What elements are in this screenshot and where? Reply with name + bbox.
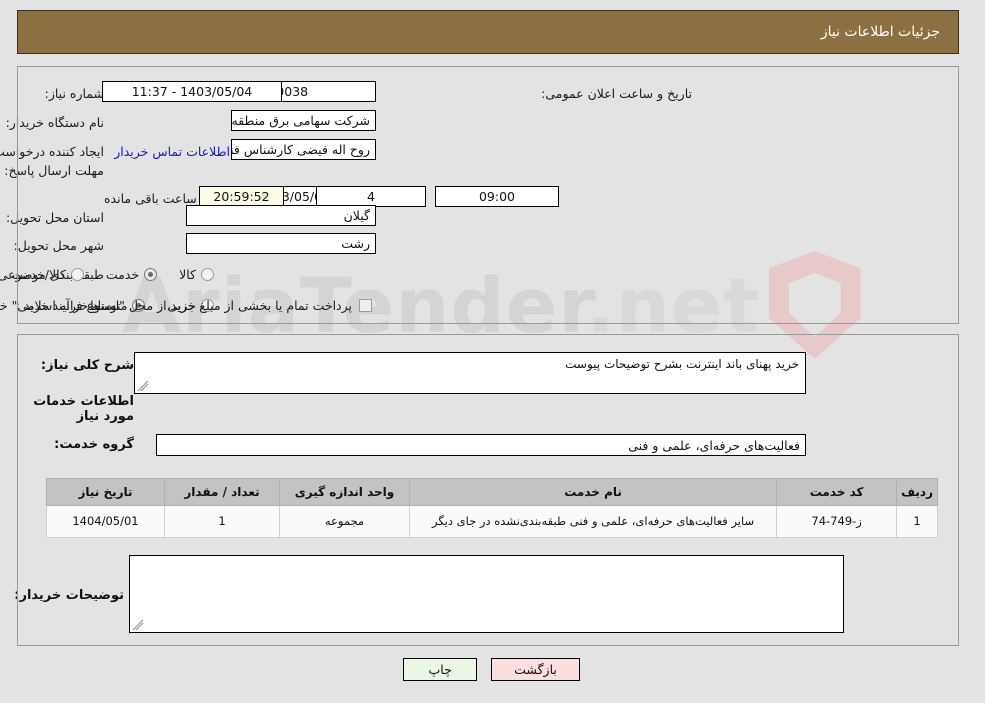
page-title-bar: جزئیات اطلاعات نیاز	[18, 10, 960, 54]
page-title: جزئیات اطلاعات نیاز	[821, 24, 941, 40]
action-button-bar: بازگشت چاپ	[0, 658, 985, 681]
back-button[interactable]: بازگشت	[492, 658, 581, 681]
print-button[interactable]: چاپ	[404, 658, 479, 681]
need-info-panel	[18, 66, 960, 324]
page-root: AriaTender.net جزئیات اطلاعات نیاز شماره…	[0, 0, 985, 703]
need-details-panel	[18, 334, 960, 646]
